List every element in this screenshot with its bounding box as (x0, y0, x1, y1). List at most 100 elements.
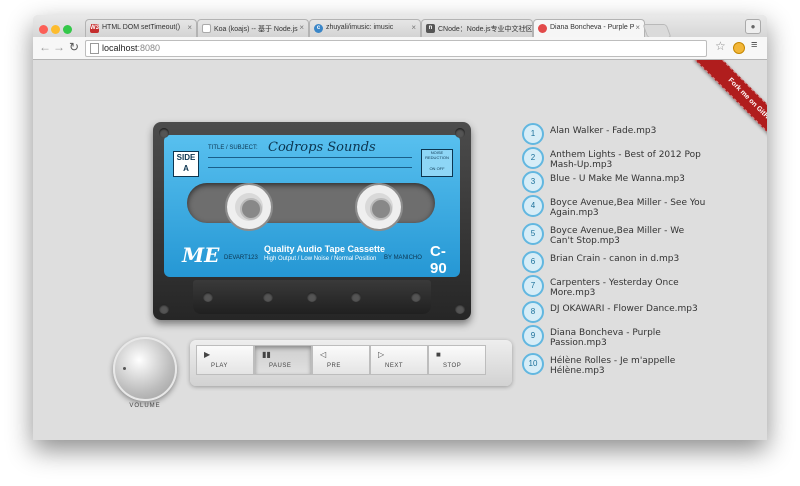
tab-imusic[interactable]: c zhuyali/imusic: imusic × (309, 19, 421, 37)
play-icon: ▶ (204, 350, 211, 359)
reel-hub (370, 198, 392, 220)
track-title: Brian Crain - canon in d.mp3 (550, 254, 680, 264)
track-number-badge: 10 (522, 353, 544, 375)
track-number-badge: 4 (522, 195, 544, 217)
playlist-item[interactable]: 10 Hélène Rolles - Je m'appelle Hélène.m… (519, 352, 719, 378)
forward-icon[interactable]: → (53, 40, 65, 54)
tab-settimeout[interactable]: W3 HTML DOM setTimeout() × (85, 19, 197, 37)
playlist-item[interactable]: 7 Carpenters - Yesterday Once More.mp3 (519, 274, 719, 300)
noise-on-text: ON (429, 166, 436, 171)
next-button[interactable]: ▷ NEXT (370, 345, 428, 375)
playlist-item[interactable]: 4 Boyce Avenue,Bea Miller - See You Agai… (519, 194, 719, 220)
track-number-badge: 9 (522, 325, 544, 347)
track-number-badge: 1 (522, 123, 544, 145)
cassette-title: Codrops Sounds (268, 140, 376, 155)
w3-icon: W3 (90, 24, 99, 33)
playlist-item[interactable]: 2 Anthem Lights - Best of 2012 Pop Mash-… (519, 146, 719, 172)
playlist-item[interactable]: 1 Alan Walker - Fade.mp3 (519, 122, 719, 148)
close-icon[interactable]: × (635, 23, 640, 32)
right-reel (355, 183, 403, 231)
tab-cnode[interactable]: n CNode：Node.js专业中文社区 × (421, 19, 533, 37)
stop-icon: ■ (436, 350, 441, 359)
corner-screw (159, 128, 169, 138)
tab-title: HTML DOM setTimeout() (102, 24, 181, 31)
play-button[interactable]: ▶ PLAY (196, 345, 254, 375)
cassette-label: SIDE A TITLE / SUBJECT: Codrops Sounds N… (164, 135, 460, 277)
transport-controls: ▶ PLAY ▮▮ PAUSE ◁ PRE ▷ NEXT ■ STOP (190, 340, 512, 386)
pause-button[interactable]: ▮▮ PAUSE (254, 345, 312, 375)
close-icon[interactable]: × (523, 23, 528, 32)
corner-screw (455, 304, 465, 314)
reduction-text: REDUCTION (425, 155, 449, 160)
maximize-window-button[interactable] (63, 25, 72, 34)
url-port: :8080 (137, 43, 161, 53)
screw (263, 292, 273, 302)
tab-title: CNode：Node.js专业中文社区 (438, 26, 533, 33)
next-label: NEXT (385, 363, 404, 369)
noise-off-text: OFF (436, 166, 445, 171)
tab-purple-passion[interactable]: Diana Boncheva - Purple P × (533, 19, 645, 37)
track-title: Hélène Rolles - Je m'appelle Hélène.mp3 (550, 356, 676, 376)
left-reel (225, 183, 273, 231)
url-text: localhost:8080 (102, 41, 160, 56)
bookmark-star-icon[interactable]: ☆ (715, 39, 726, 53)
playlist-item[interactable]: 3 Blue - U Make Me Wanna.mp3 (519, 170, 719, 196)
screw (307, 292, 317, 302)
track-number-badge: 5 (522, 223, 544, 245)
playlist: 1 Alan Walker - Fade.mp3 2 Anthem Lights… (519, 122, 719, 378)
tab-title: Koa (koajs) -- 基于 Node.js (214, 26, 298, 33)
playlist-item[interactable]: 6 Brian Crain - canon in d.mp3 (519, 250, 719, 276)
side-badge: SIDE A (173, 151, 199, 177)
track-number-badge: 7 (522, 275, 544, 297)
close-icon[interactable]: × (411, 23, 416, 32)
playlist-item[interactable]: 8 DJ OKAWARI - Flower Dance.mp3 (519, 300, 719, 326)
track-title: Alan Walker - Fade.mp3 (550, 126, 657, 136)
url-host: localhost (102, 43, 138, 53)
side-text: SIDE A (176, 153, 196, 173)
page-content: Fork me on GitHub SIDE A TITLE / SUBJECT… (33, 60, 767, 440)
play-label: PLAY (211, 363, 228, 369)
c-logo-icon: c (314, 24, 323, 33)
track-title: Diana Boncheva - Purple Passion.mp3 (550, 328, 661, 348)
stop-label: STOP (443, 363, 462, 369)
cassette-tape: SIDE A TITLE / SUBJECT: Codrops Sounds N… (153, 122, 471, 320)
profile-icon[interactable]: ● (745, 19, 761, 34)
brand-logo: ME (182, 243, 220, 267)
previous-label: PRE (327, 363, 341, 369)
menu-icon[interactable]: ≡ (751, 39, 757, 51)
extension-icon[interactable] (733, 42, 745, 54)
quality-title: Quality Audio Tape Cassette (264, 244, 386, 254)
screw (351, 292, 361, 302)
close-icon[interactable]: × (187, 23, 192, 32)
back-icon[interactable]: ← (39, 40, 51, 54)
close-icon[interactable]: × (299, 23, 304, 32)
screw (411, 292, 421, 302)
next-icon: ▷ (378, 350, 385, 359)
track-title: DJ OKAWARI - Flower Dance.mp3 (550, 304, 698, 314)
brand-code: DEVART123 (224, 255, 258, 261)
track-title: Carpenters - Yesterday Once More.mp3 (550, 278, 679, 298)
minimize-window-button[interactable] (51, 25, 60, 34)
cassette-bottom (193, 280, 431, 314)
title-caption: TITLE / SUBJECT: (208, 145, 258, 151)
tape-type: C-90 (430, 243, 447, 277)
track-number-badge: 2 (522, 147, 544, 169)
reel-hub (240, 198, 262, 220)
tab-koa[interactable]: Koa (koajs) -- 基于 Node.js × (197, 19, 309, 37)
track-title: Anthem Lights - Best of 2012 Pop Mash-Up… (550, 150, 701, 170)
noise-reduction-box: NOISE REDUCTION ON OFF (421, 149, 453, 177)
record-icon (538, 24, 547, 33)
track-title: Boyce Avenue,Bea Miller - See You Again.… (550, 198, 706, 218)
stop-button[interactable]: ■ STOP (428, 345, 486, 375)
volume-label: VOLUME (129, 403, 161, 409)
by-line: BY MANICHO (384, 255, 422, 261)
previous-button[interactable]: ◁ PRE (312, 345, 370, 375)
reload-icon[interactable]: ↻ (69, 40, 79, 54)
new-tab-button[interactable] (642, 24, 672, 38)
page-icon (90, 43, 99, 54)
address-bar[interactable]: localhost:8080 (85, 40, 707, 57)
close-window-button[interactable] (39, 25, 48, 34)
volume-knob[interactable] (113, 337, 177, 401)
playlist-item[interactable]: 9 Diana Boncheva - Purple Passion.mp3 (519, 324, 719, 350)
playlist-item[interactable]: 5 Boyce Avenue,Bea Miller - We Can't Sto… (519, 222, 719, 248)
